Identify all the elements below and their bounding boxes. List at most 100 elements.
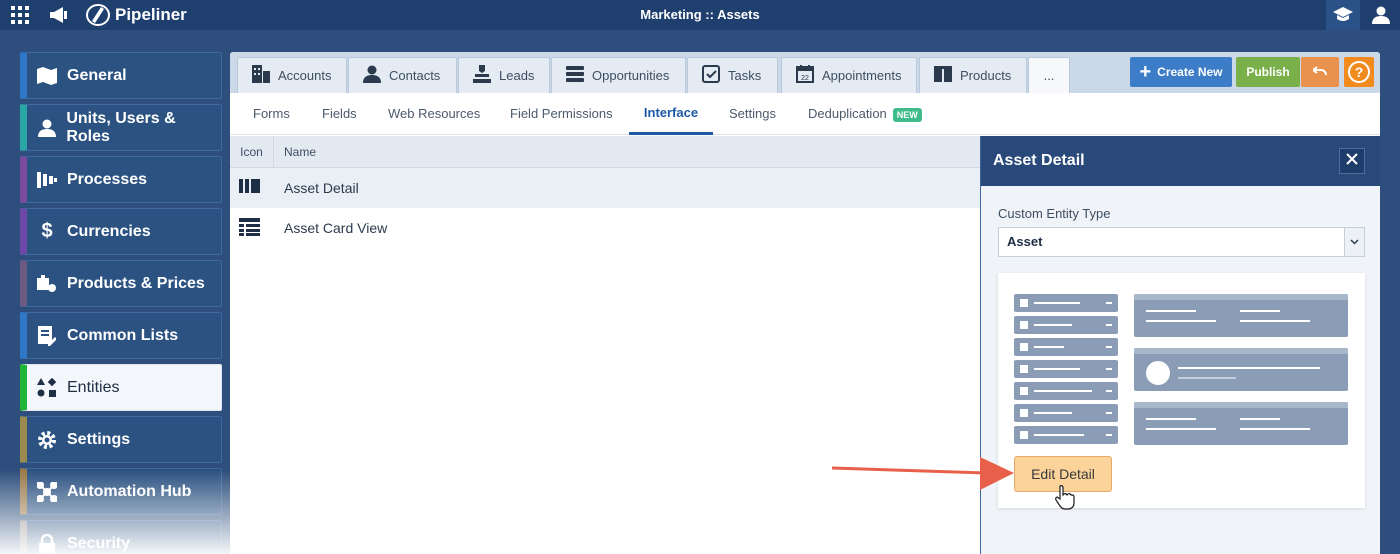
- task-check-icon: [702, 65, 720, 86]
- sidebar-item-general[interactable]: General: [20, 52, 222, 99]
- preview-field-row: [1014, 404, 1118, 422]
- tab-label: Appointments: [822, 68, 902, 83]
- panel-title: Asset Detail: [993, 152, 1085, 169]
- tab-tasks[interactable]: Tasks: [687, 57, 778, 93]
- svg-text:22: 22: [801, 75, 809, 82]
- sub-tab-bar: Forms Fields Web Resources Field Permiss…: [230, 93, 1380, 135]
- table-row[interactable]: Asset Card View: [230, 208, 980, 248]
- tab-opportunities[interactable]: Opportunities: [551, 57, 686, 93]
- subtab-fields[interactable]: Fields: [322, 93, 357, 135]
- subtab-deduplication[interactable]: Deduplication NEW: [808, 93, 922, 135]
- leads-icon: [473, 65, 491, 86]
- row-name: Asset Detail: [284, 180, 359, 196]
- card-view-icon: [239, 218, 261, 239]
- dollar-icon: $: [41, 220, 53, 242]
- user-icon: [27, 119, 66, 137]
- sidebar-item-products-prices[interactable]: Products & Prices: [20, 260, 222, 307]
- annotation-arrow-icon: [831, 457, 1014, 490]
- network-icon: [27, 481, 67, 502]
- preview-field-row: [1014, 382, 1118, 400]
- tab-label: ...: [1043, 68, 1055, 83]
- row-name: Asset Card View: [284, 220, 388, 236]
- help-icon: ?: [1348, 61, 1370, 83]
- sidebar-item-common-lists[interactable]: Common Lists: [20, 312, 222, 359]
- preview-section-block: [1134, 402, 1348, 445]
- shapes-icon: [27, 377, 67, 398]
- page-title: Marketing :: Assets: [640, 7, 760, 22]
- products-icon: [934, 66, 952, 85]
- sidebar-item-settings[interactable]: Settings: [20, 416, 222, 463]
- preview-field-row: [1014, 338, 1118, 356]
- tab-label: Leads: [499, 68, 535, 83]
- funnel-icon: [27, 171, 67, 188]
- detail-side-panel: Asset Detail Custom Entity Type Asset Ed…: [980, 136, 1380, 554]
- close-button[interactable]: [1339, 148, 1365, 174]
- publish-label: Publish: [1246, 65, 1290, 79]
- user-account-icon[interactable]: [1362, 0, 1400, 30]
- graduation-cap-icon[interactable]: [1326, 0, 1360, 30]
- sidebar-item-label: Entities: [67, 378, 120, 396]
- preview-field-row: [1014, 294, 1118, 312]
- preview-section-block: [1134, 294, 1348, 337]
- table-row[interactable]: Asset Detail: [230, 168, 980, 208]
- contact-icon: [363, 65, 381, 86]
- opportunities-icon: [566, 66, 584, 85]
- subtab-web-resources[interactable]: Web Resources: [388, 93, 480, 135]
- undo-button[interactable]: [1301, 57, 1339, 87]
- tab-accounts[interactable]: Accounts: [237, 57, 347, 93]
- preview-section-block: [1134, 348, 1348, 391]
- sidebar-item-label: Currencies: [67, 222, 151, 240]
- custom-entity-type-label: Custom Entity Type: [998, 206, 1111, 221]
- sidebar-item-units-users-roles[interactable]: Units, Users & Roles: [20, 104, 222, 151]
- sidebar-item-currencies[interactable]: $ Currencies: [20, 208, 222, 255]
- tab-contacts[interactable]: Contacts: [348, 57, 457, 93]
- subtab-label: Deduplication: [808, 106, 887, 121]
- gear-icon: [27, 430, 67, 450]
- lock-icon: [27, 533, 67, 554]
- sidebar-item-label: Units, Users & Roles: [66, 109, 176, 145]
- sidebar-item-label: Processes: [67, 170, 148, 188]
- building-icon: [252, 65, 270, 86]
- entity-tab-bar: Accounts Contacts Leads Opportunities Ta…: [230, 52, 1380, 93]
- undo-icon: [1311, 65, 1327, 80]
- top-bar: Pipeliner Marketing :: Assets: [0, 0, 1400, 30]
- preview-field-row: [1014, 316, 1118, 334]
- create-new-button[interactable]: + Create New: [1130, 57, 1232, 87]
- preview-field-row: [1014, 426, 1118, 444]
- help-button[interactable]: ?: [1344, 57, 1374, 87]
- sidebar-item-label: General: [67, 66, 127, 84]
- close-icon: [1346, 152, 1358, 170]
- tab-label: Tasks: [728, 68, 762, 83]
- tab-more[interactable]: ...: [1028, 57, 1070, 93]
- column-header-icon[interactable]: Icon: [230, 136, 274, 168]
- custom-entity-type-select[interactable]: Asset: [998, 227, 1365, 257]
- publish-button[interactable]: Publish: [1236, 57, 1300, 87]
- sidebar-item-security[interactable]: Security: [20, 520, 222, 554]
- subtab-interface[interactable]: Interface: [629, 93, 713, 135]
- tab-products[interactable]: Products: [919, 57, 1027, 93]
- sidebar-item-label: Security: [67, 534, 131, 552]
- settings-sidebar: General Units, Users & Roles Processes $…: [20, 52, 222, 554]
- chevron-down-icon: [1344, 228, 1364, 256]
- main-content: Accounts Contacts Leads Opportunities Ta…: [230, 52, 1380, 554]
- tab-label: Accounts: [278, 68, 332, 83]
- column-header-name[interactable]: Name: [284, 136, 316, 168]
- sidebar-item-automation-hub[interactable]: Automation Hub: [20, 468, 222, 515]
- products-icon: [27, 274, 67, 293]
- detail-columns-icon: [239, 178, 261, 197]
- subtab-settings[interactable]: Settings: [729, 93, 776, 135]
- tab-leads[interactable]: Leads: [458, 57, 550, 93]
- panel-header: Asset Detail: [981, 136, 1380, 186]
- table-header: Icon Name: [230, 136, 980, 168]
- tab-appointments[interactable]: 22 Appointments: [781, 57, 917, 93]
- create-new-label: Create New: [1157, 65, 1223, 79]
- sidebar-item-processes[interactable]: Processes: [20, 156, 222, 203]
- subtab-field-permissions[interactable]: Field Permissions: [510, 93, 613, 135]
- map-icon: [27, 66, 67, 85]
- select-value: Asset: [1007, 234, 1043, 249]
- sidebar-item-entities[interactable]: Entities: [20, 364, 222, 411]
- subtab-forms[interactable]: Forms: [253, 93, 290, 135]
- sidebar-item-label: Settings: [67, 430, 131, 448]
- plus-icon: +: [1139, 61, 1152, 83]
- hand-cursor-icon: [1055, 485, 1075, 510]
